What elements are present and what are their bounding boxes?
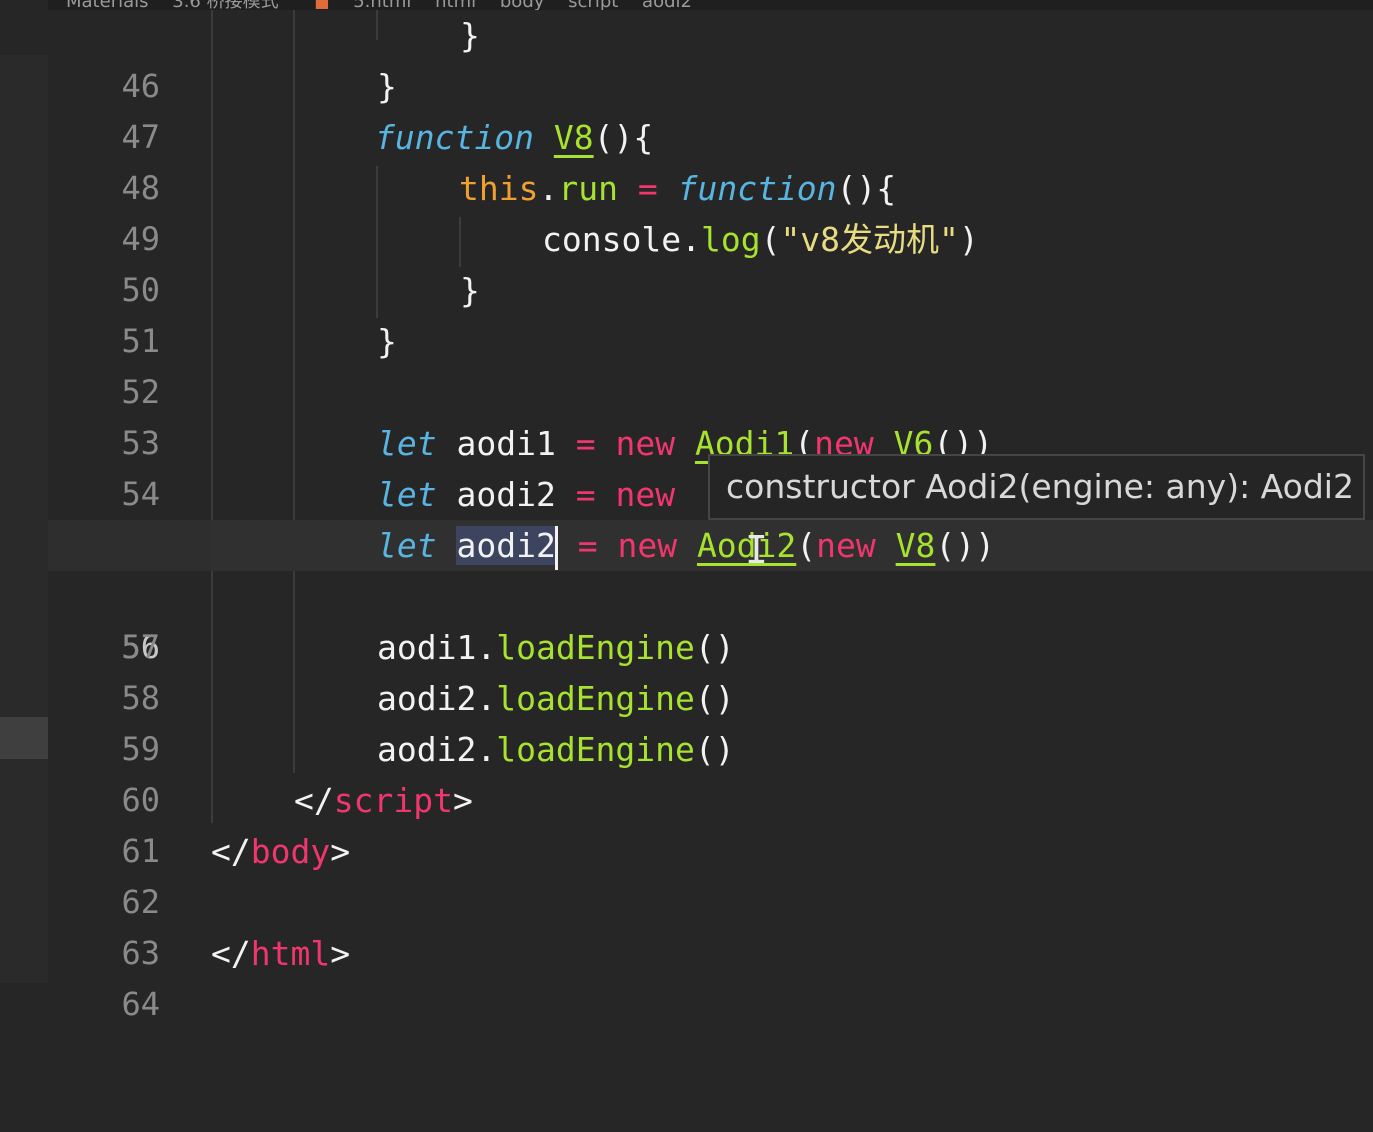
text-cursor	[554, 525, 558, 570]
code-line: 46 }	[48, 10, 1373, 105]
breadcrumb-item-body[interactable]: body	[482, 0, 545, 11]
code-line: 58 aodi1.loadEngine()	[48, 622, 1373, 717]
line-number: 64	[121, 985, 160, 1023]
code-line: 62 </body>	[48, 826, 1373, 921]
code-line: 48 function V8(){	[48, 112, 1373, 207]
mouse-ibeam-icon: I	[745, 528, 768, 572]
breadcrumb-item-script[interactable]: script	[550, 0, 618, 11]
hover-tooltip: constructor Aodi2(engine: any): Aodi2	[708, 454, 1365, 520]
selected-identifier[interactable]: aodi2	[456, 526, 556, 565]
code-line: 61 </script>	[48, 775, 1373, 870]
code-line: 47 }	[48, 61, 1373, 156]
activity-active-indicator[interactable]	[0, 717, 48, 759]
code-line: 50 console.log("v8发动机")	[48, 214, 1373, 309]
code-line-current: 56 let aodi2 = new Aodi2(new V8())	[48, 520, 1373, 666]
tooltip-text: constructor Aodi2(engine: any): Aodi2	[726, 467, 1354, 506]
breadcrumb-item-symbol[interactable]: aodi2	[624, 0, 692, 11]
breadcrumb-item-folder[interactable]: Materials	[48, 0, 149, 11]
code-line: 57	[48, 571, 1373, 666]
activity-bar	[0, 0, 48, 983]
code-line: 51 }	[48, 265, 1373, 360]
code-line: 63	[48, 877, 1373, 972]
breadcrumb-item-file[interactable]: 5.html	[335, 0, 411, 11]
breadcrumb-item-subfolder[interactable]: 3.6 桥接模式	[154, 0, 278, 11]
code-line: 52 }	[48, 316, 1373, 411]
code-line: 60 aodi2.loadEngine()	[48, 724, 1373, 819]
code-line: 53	[48, 367, 1373, 462]
code-line: 64 </html>	[48, 928, 1373, 1023]
code-line: 49 this.run = function(){	[48, 163, 1373, 258]
code-line: 59 aodi2.loadEngine()	[48, 673, 1373, 768]
breadcrumb-item-html[interactable]: html	[417, 0, 476, 11]
